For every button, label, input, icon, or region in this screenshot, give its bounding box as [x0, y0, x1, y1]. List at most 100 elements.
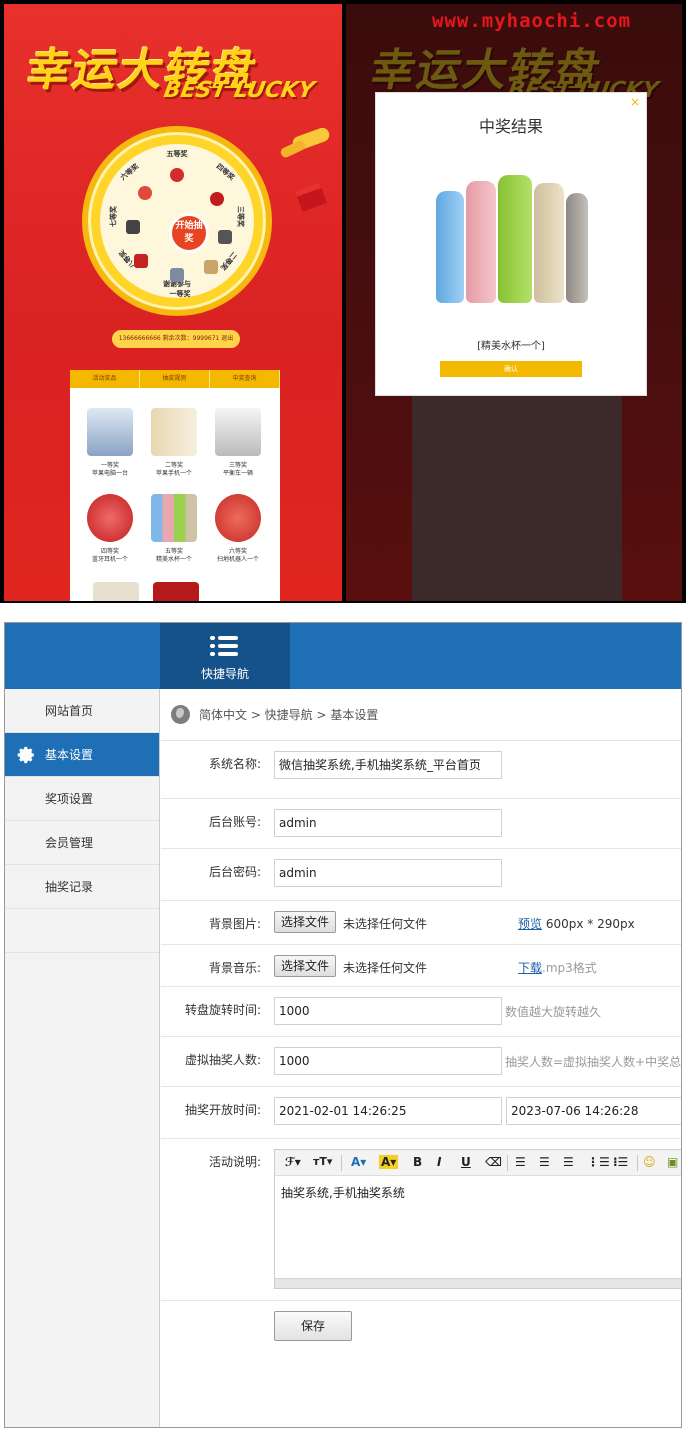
align-left-icon[interactable]: ☰ — [515, 1155, 526, 1169]
music-format: .mp3格式 — [542, 961, 597, 975]
computer-icon — [87, 408, 133, 456]
prize-card: 活动奖品 抽奖规则 中奖查询 一等奖 苹果电脑一台 二等奖 苹果手机一个 三等奖 — [70, 370, 280, 601]
bottle-blue — [436, 191, 464, 303]
prize-card-dimmed — [412, 396, 622, 601]
italic-icon[interactable]: I — [437, 1155, 441, 1169]
rich-text-editor[interactable]: ℱ▾ тT▾ A▾ A▾ B I U ⌫ ☰ ☰ ☰ ⋮☰ ⁝☰ ☺ ▣ 抽奖系… — [274, 1149, 681, 1289]
prize-thumb-icon — [93, 582, 139, 601]
image-icon[interactable]: ▣ — [667, 1155, 678, 1169]
prize-result-name: [精美水杯一个] — [477, 341, 545, 352]
prize-rank: 一等奖 — [100, 462, 119, 469]
sidebar-item-label: 基本设置 — [45, 748, 94, 762]
list-icon — [210, 635, 238, 657]
unordered-list-icon[interactable]: ⁝☰ — [613, 1155, 628, 1169]
admin-panel: 快捷导航 网站首页 基本设置 奖项设置 会员管理 抽奖记录 简体中文 > 快捷导… — [4, 622, 682, 1428]
sidebar-item-members[interactable]: 会员管理 — [5, 821, 159, 865]
breadcrumb-text: 简体中文 > 快捷导航 > 基本设置 — [199, 708, 379, 722]
underline-icon[interactable]: U — [461, 1155, 471, 1169]
font-size-icon[interactable]: тT▾ — [313, 1155, 332, 1168]
sidebar: 网站首页 基本设置 奖项设置 会员管理 抽奖记录 — [5, 689, 160, 1427]
sidebar-item-basic-settings[interactable]: 基本设置 — [5, 733, 159, 777]
prize-name: 苹果电脑一台 — [91, 470, 128, 477]
prize-thumb-icon — [134, 254, 148, 268]
prize-item: 六等奖 扫地机器人一个 — [210, 494, 266, 564]
prize-item: 四等奖 蓝牙耳机一个 — [82, 494, 138, 564]
choose-image-button[interactable]: 选择文件 — [274, 911, 337, 933]
save-button[interactable]: 保存 — [274, 1311, 352, 1341]
bottle-gray — [566, 193, 588, 303]
prize-name: 苹果手机一个 — [155, 470, 192, 477]
prize-thumb-icon — [218, 230, 232, 244]
row-virtual-count: 虚拟抽奖人数: 1000 抽奖人数=虚拟抽奖人数+中奖总计 — [161, 1037, 681, 1087]
tab-prizes[interactable]: 活动奖品 — [70, 370, 140, 388]
prize-thumb-icon — [210, 192, 224, 206]
spin-time-label: 转盘旋转时间: — [184, 1003, 261, 1017]
download-link[interactable]: 下载 — [518, 961, 542, 975]
bottles-icon — [151, 494, 197, 542]
editor-content[interactable]: 抽奖系统,手机抽奖系统 — [275, 1176, 681, 1209]
highlight-color-icon[interactable]: A▾ — [379, 1155, 399, 1169]
row-password: 后台密码: admin — [161, 849, 681, 901]
align-right-icon[interactable]: ☰ — [563, 1155, 574, 1169]
no-file-text: 未选择任何文件 — [343, 917, 428, 931]
prize-thumb-icon — [170, 168, 184, 182]
password-input[interactable]: admin — [274, 859, 502, 887]
font-family-icon[interactable]: ℱ▾ — [285, 1155, 301, 1169]
prize-name: 精美水杯一个 — [155, 556, 192, 563]
robot-vacuum-icon — [215, 494, 261, 542]
bg-image-label: 背景图片: — [208, 917, 261, 931]
account-input[interactable]: admin — [274, 809, 502, 837]
gear-icon — [17, 746, 34, 764]
ordered-list-icon[interactable]: ⋮☰ — [587, 1155, 610, 1169]
prize-item — [88, 582, 144, 601]
row-open-time: 抽奖开放时间: 2021-02-01 14:26:25 2023-07-06 1… — [161, 1087, 681, 1139]
close-icon[interactable]: × — [630, 95, 640, 109]
prize-rank: 五等奖 — [164, 548, 183, 555]
wheel-segment: 四等奖 — [214, 162, 236, 182]
emoticon-icon[interactable]: ☺ — [643, 1155, 656, 1169]
spin-time-input[interactable]: 1000 — [274, 997, 502, 1025]
sidebar-item-draw-records[interactable]: 抽奖记录 — [5, 865, 159, 909]
prize-tabs: 活动奖品 抽奖规则 中奖查询 — [70, 370, 280, 388]
tab-rules[interactable]: 抽奖规则 — [140, 370, 210, 388]
prize-name: 平衡车一辆 — [222, 470, 253, 477]
site-name-input[interactable]: 微信抽奖系统,手机抽奖系统_平台首页 — [274, 751, 502, 779]
align-center-icon[interactable]: ☰ — [539, 1155, 550, 1169]
open-time-label: 抽奖开放时间: — [184, 1103, 261, 1117]
sidebar-item-prize-settings[interactable]: 奖项设置 — [5, 777, 159, 821]
prize-name: 蓝牙耳机一个 — [91, 556, 128, 563]
brand-subtitle: BEST LUCKY — [161, 78, 317, 103]
prize-item: 二等奖 苹果手机一个 — [146, 408, 202, 478]
preview-link[interactable]: 预览 — [518, 917, 542, 931]
bold-icon[interactable]: B — [413, 1155, 422, 1169]
prize-item — [148, 582, 204, 601]
prize-item: 一等奖 苹果电脑一台 — [82, 408, 138, 478]
sidebar-item-home[interactable]: 网站首页 — [5, 689, 159, 733]
start-draw-button[interactable]: 开始抽奖 — [169, 213, 209, 253]
virtual-input[interactable]: 1000 — [274, 1047, 502, 1075]
wheel-segment: 一等奖 — [169, 290, 191, 298]
editor-resize-handle[interactable] — [275, 1278, 681, 1288]
open-time-end-input[interactable]: 2023-07-06 14:26:28 — [506, 1097, 681, 1125]
open-time-start-input[interactable]: 2021-02-01 14:26:25 — [274, 1097, 502, 1125]
prize-rank: 四等奖 — [100, 548, 119, 555]
quick-nav-button[interactable]: 快捷导航 — [160, 623, 290, 689]
password-label: 后台密码: — [208, 865, 261, 879]
prize-thumb-icon — [126, 220, 140, 234]
wheel-face: 五等奖 四等奖 三等奖 二等奖 谢谢参与 一等奖 八等奖 七等奖 六等奖 开始抽… — [100, 144, 254, 298]
confirm-button[interactable]: 确认 — [440, 361, 582, 377]
user-info-bar[interactable]: 13666666666 剩余次数：9999671 退出 — [112, 330, 240, 348]
row-bg-music: 背景音乐: 选择文件 未选择任何文件 下载.mp3格式 — [161, 945, 681, 987]
globe-icon — [171, 705, 190, 724]
row-description: 活动说明: ℱ▾ тT▾ A▾ A▾ B I U ⌫ ☰ ☰ ☰ ⋮☰ ⁝☰ ☺… — [161, 1139, 681, 1301]
bg-music-label: 背景音乐: — [208, 961, 261, 975]
tab-query[interactable]: 中奖查询 — [210, 370, 280, 388]
row-spin-time: 转盘旋转时间: 1000 数值越大旋转越久 — [161, 987, 681, 1037]
choose-music-button[interactable]: 选择文件 — [274, 955, 337, 977]
font-color-icon[interactable]: A▾ — [351, 1155, 366, 1169]
row-account: 后台账号: admin — [161, 799, 681, 849]
eraser-icon[interactable]: ⌫ — [485, 1155, 502, 1169]
no-file-text: 未选择任何文件 — [343, 961, 428, 975]
prize-wheel[interactable]: 五等奖 四等奖 三等奖 二等奖 谢谢参与 一等奖 八等奖 七等奖 六等奖 开始抽… — [82, 126, 272, 316]
prize-item: 五等奖 精美水杯一个 — [146, 494, 202, 564]
